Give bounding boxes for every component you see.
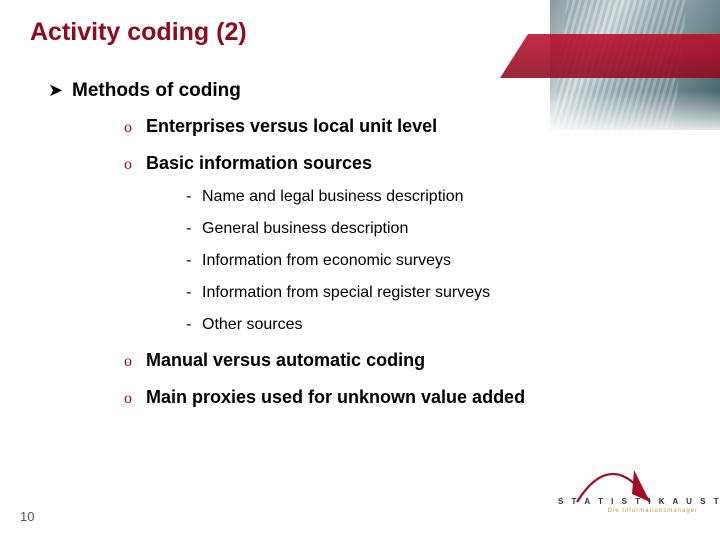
bullet-lvl3: - General business description [186,220,690,238]
bullet-lvl2: o Manual versus automatic coding [124,350,690,371]
logo: S T A T I S T I K A U S T R I A Die Info… [558,468,698,528]
dash-icon: - [186,284,202,302]
dash-icon: - [186,188,202,206]
bullet-lvl3-text: Information from economic surveys [202,252,451,270]
logo-sub-text: Die Informationsmanager [558,508,698,514]
accent-band [500,34,720,78]
logo-main-text: S T A T I S T I K A U S T R I A [558,497,698,506]
bullet-lvl2-text: Enterprises versus local unit level [146,116,437,137]
bullet-lvl1-text: Methods of coding [72,80,241,102]
page-number: 10 [20,509,34,524]
bullet-lvl2-text: Main proxies used for unknown value adde… [146,387,525,408]
slide-title: Activity coding (2) [30,18,247,47]
bullet-lvl1: ➤ Methods of coding o Enterprises versus… [48,80,690,408]
slide: Activity coding (2) ➤ Methods of coding … [0,0,720,540]
content-area: ➤ Methods of coding o Enterprises versus… [48,80,690,424]
bullet-lvl3: - Other sources [186,316,690,334]
circle-icon: o [124,353,146,371]
circle-icon: o [124,390,146,408]
bullet-lvl3-text: Name and legal business description [202,188,463,206]
bullet-lvl3: - Information from special register surv… [186,284,690,302]
bullet-lvl2-text: Manual versus automatic coding [146,350,425,371]
dash-icon: - [186,316,202,334]
arrow-icon: ➤ [48,80,72,101]
circle-icon: o [124,156,146,174]
bullet-lvl2: o Basic information sources - Name and l… [124,153,690,334]
bullet-lvl2: o Main proxies used for unknown value ad… [124,387,690,408]
bullet-lvl3-text: Other sources [202,316,302,334]
bullet-lvl3-text: General business description [202,220,408,238]
bullet-lvl2: o Enterprises versus local unit level [124,116,690,137]
bullet-lvl3: - Information from economic surveys [186,252,690,270]
bullet-lvl2-text: Basic information sources [146,153,372,174]
circle-icon: o [124,119,146,137]
dash-icon: - [186,252,202,270]
bullet-lvl3-text: Information from special register survey… [202,284,490,302]
logo-text: S T A T I S T I K A U S T R I A Die Info… [558,497,698,514]
dash-icon: - [186,220,202,238]
bullet-lvl3: - Name and legal business description [186,188,690,206]
